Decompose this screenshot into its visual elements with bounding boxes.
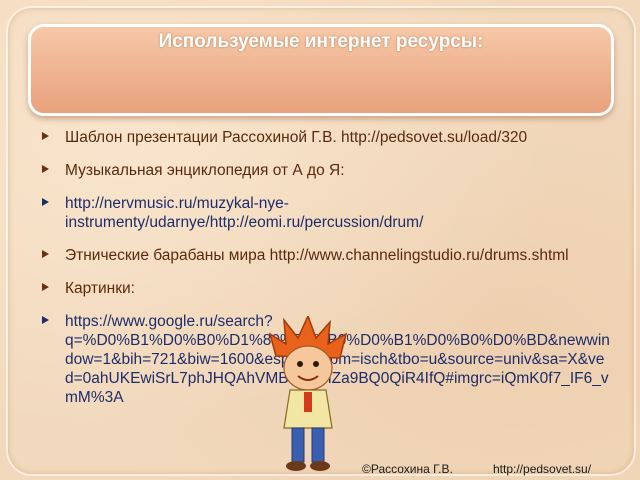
- list-item: Шаблон презентации Рассохиной Г.В. http:…: [40, 128, 610, 147]
- footer-author: ©Рассохина Г.В.: [362, 462, 453, 476]
- bullet-arrow-icon: [42, 316, 49, 324]
- list-item: Музыкальная энциклопедия от А до Я:: [40, 161, 610, 180]
- bullet-arrow-icon: [42, 198, 49, 206]
- footer-url[interactable]: http://pedsovet.su/: [493, 462, 591, 476]
- title-banner: Используемые интернет ресурсы:: [28, 24, 614, 116]
- list-item: Картинки:: [40, 279, 610, 298]
- list-item-link[interactable]: http://nervmusic.ru/muzykal-nye-instrume…: [40, 194, 610, 232]
- list-item-text[interactable]: http://nervmusic.ru/muzykal-nye-instrume…: [65, 195, 423, 231]
- list-item-text: Этнические барабаны мира http://www.chan…: [65, 247, 569, 264]
- list-item-text: Картинки:: [65, 280, 135, 297]
- cartoon-boy-icon: [268, 316, 348, 471]
- slide-title: Используемые интернет ресурсы:: [158, 31, 484, 52]
- bullet-arrow-icon: [42, 165, 49, 173]
- list-item: Этнические барабаны мира http://www.chan…: [40, 246, 610, 265]
- bullet-arrow-icon: [42, 250, 49, 258]
- list-item-text: Шаблон презентации Рассохиной Г.В. http:…: [65, 129, 528, 146]
- list-item-text: Музыкальная энциклопедия от А до Я:: [65, 162, 345, 179]
- bullet-arrow-icon: [42, 283, 49, 291]
- bullet-arrow-icon: [42, 132, 49, 140]
